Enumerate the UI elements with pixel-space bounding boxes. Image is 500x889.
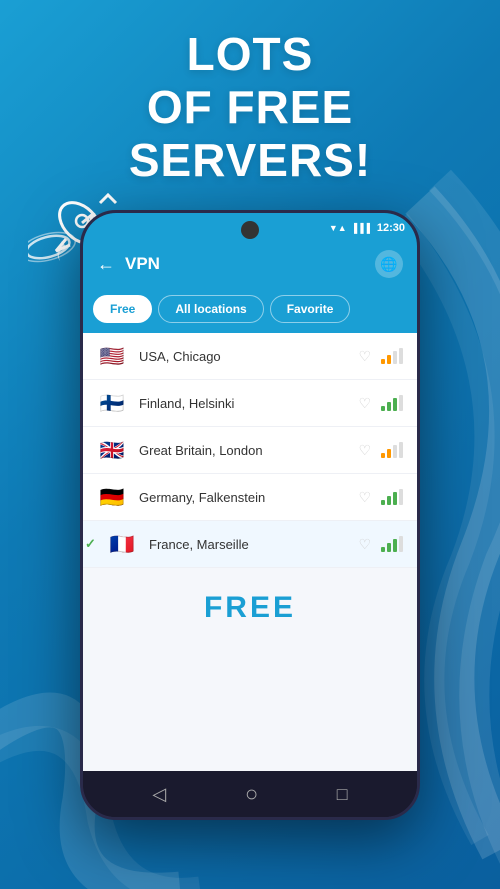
flag-finland: 🇫🇮 [97,392,127,414]
status-time: 12:30 [377,222,405,234]
heart-icon-france[interactable]: ♡ [358,536,371,553]
tab-bar: Free All locations Favorite [83,287,417,333]
vpn-title: VPN [125,254,375,274]
signal-bars-gb [381,442,403,458]
status-icons: ▼▲ ▐▐▐ 12:30 [329,222,405,234]
signal-icon: ▼▲ [329,223,347,233]
nav-home[interactable]: ○ [245,781,258,807]
flag-germany: 🇩🇪 [97,486,127,508]
server-name-finland: Finland, Helsinki [139,396,358,411]
signal-bars-usa [381,348,403,364]
flag-gb: 🇬🇧 [97,439,127,461]
signal-bars-germany [381,489,403,505]
free-label: FREE [204,591,296,625]
headline-line1: Lots [187,28,314,80]
heart-icon-gb[interactable]: ♡ [358,442,371,459]
bottom-nav: ◁ ○ □ [83,771,417,817]
phone-container: ▼▲ ▐▐▐ 12:30 ← VPN 🌐 Free All locations … [80,210,420,820]
tab-free[interactable]: Free [93,295,152,323]
heart-icon-germany[interactable]: ♡ [358,489,371,506]
nav-recent[interactable]: □ [337,784,348,805]
free-section: FREE [83,568,417,648]
server-item-gb[interactable]: 🇬🇧 Great Britain, London ♡ [83,427,417,474]
selected-checkmark: ✓ [85,536,96,552]
heart-icon-finland[interactable]: ♡ [358,395,371,412]
tab-all-locations[interactable]: All locations [158,295,263,323]
signal-bars-france [381,536,403,552]
server-name-france: France, Marseille [149,537,358,552]
wifi-bars: ▐▐▐ [351,223,370,233]
server-item-germany[interactable]: 🇩🇪 Germany, Falkenstein ♡ [83,474,417,521]
flag-usa: 🇺🇸 [97,345,127,367]
server-name-usa: USA, Chicago [139,349,358,364]
heart-icon-usa[interactable]: ♡ [358,348,371,365]
globe-icon[interactable]: 🌐 [375,250,403,278]
server-item-finland[interactable]: 🇫🇮 Finland, Helsinki ♡ [83,380,417,427]
nav-back[interactable]: ◁ [152,784,166,805]
phone: ▼▲ ▐▐▐ 12:30 ← VPN 🌐 Free All locations … [80,210,420,820]
vpn-header: ← VPN 🌐 [83,241,417,287]
headline: Lots of free servers! [0,28,500,187]
back-button[interactable]: ← [97,254,115,275]
server-item-france[interactable]: ✓ 🇫🇷 France, Marseille ♡ [83,521,417,568]
server-list: 🇺🇸 USA, Chicago ♡ 🇫🇮 Finland, Helsinki ♡ [83,333,417,771]
phone-camera [241,221,259,239]
flag-france: 🇫🇷 [107,533,137,555]
server-name-gb: Great Britain, London [139,443,358,458]
headline-line2: of free [147,81,353,133]
screen-content: ▼▲ ▐▐▐ 12:30 ← VPN 🌐 Free All locations … [83,213,417,771]
headline-line3: servers! [129,134,371,186]
signal-bars-finland [381,395,403,411]
server-item-usa[interactable]: 🇺🇸 USA, Chicago ♡ [83,333,417,380]
server-name-germany: Germany, Falkenstein [139,490,358,505]
tab-favorite[interactable]: Favorite [270,295,351,323]
